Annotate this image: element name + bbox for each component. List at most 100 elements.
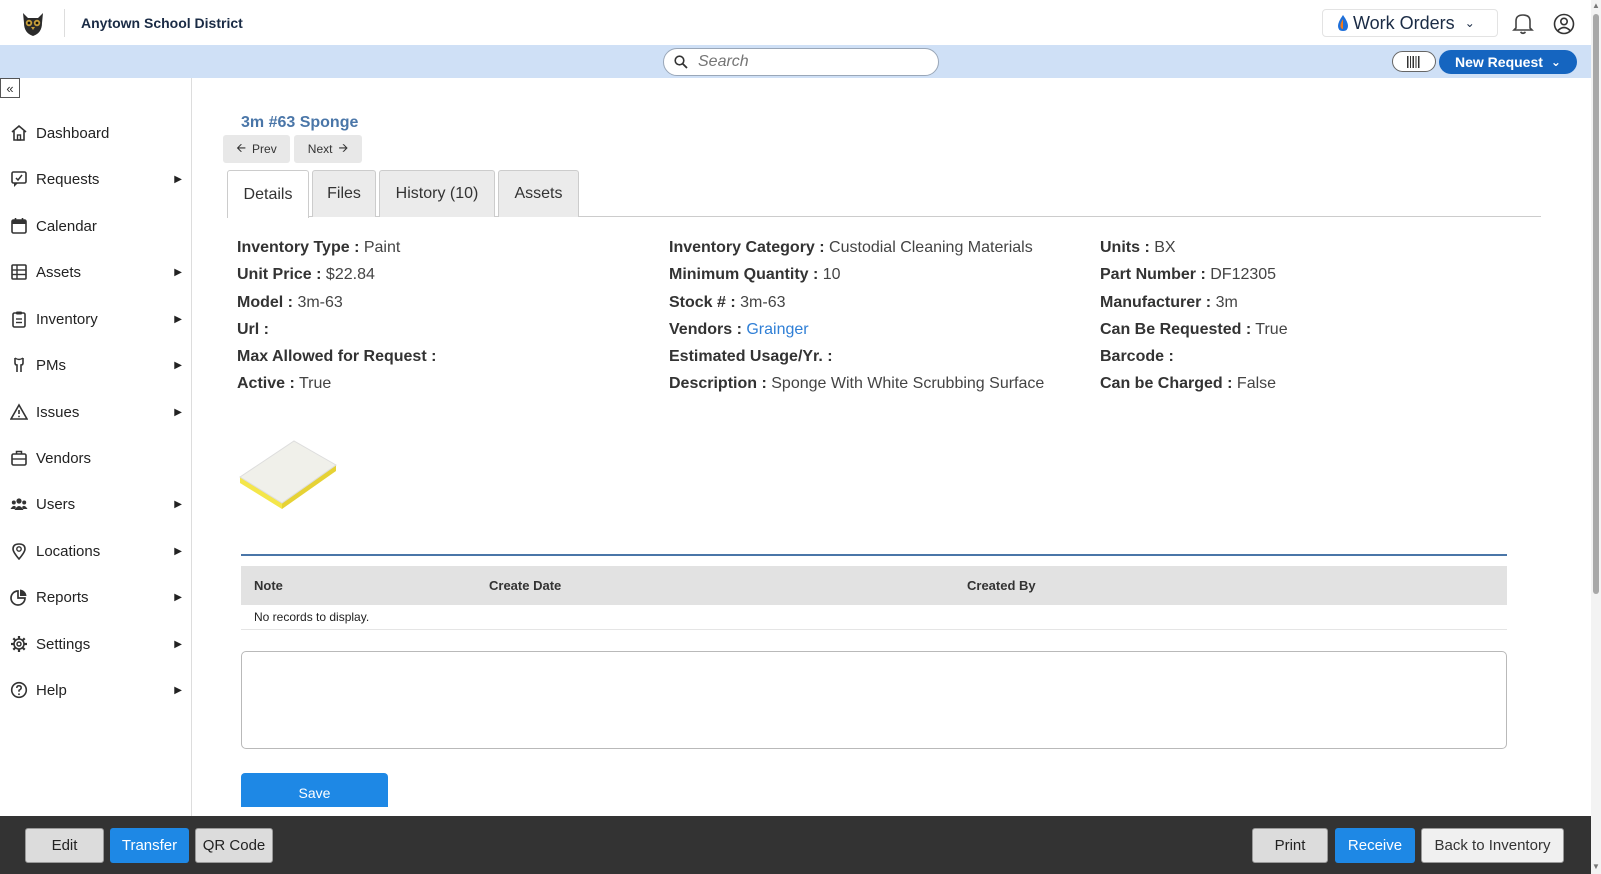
warning-icon [10, 403, 28, 421]
header-divider [64, 8, 65, 37]
caret-right-icon: ▶ [174, 266, 182, 278]
field-label: Inventory Type : [237, 239, 360, 256]
sidebar-item-calendar[interactable]: Calendar [10, 211, 188, 241]
table-row: No records to display. [241, 605, 1507, 630]
field-value: 3m-63 [297, 294, 343, 311]
field-label: Minimum Quantity : [669, 266, 819, 283]
sidebar-item-requests[interactable]: Requests ▶ [10, 164, 188, 194]
briefcase-icon [10, 449, 28, 467]
sidebar-item-vendors[interactable]: Vendors [10, 443, 188, 473]
caret-right-icon: ▶ [174, 406, 182, 418]
field-inventory-type: Inventory Type : Paint [237, 239, 400, 257]
sidebar-item-users[interactable]: Users ▶ [10, 489, 188, 519]
assets-icon [10, 263, 28, 281]
field-label: Max Allowed for Request : [237, 348, 437, 365]
sidebar-item-dashboard[interactable]: Dashboard [10, 118, 188, 148]
map-pin-icon [10, 542, 28, 560]
field-estimated-usage-yr: Estimated Usage/Yr. : [669, 348, 833, 366]
arrow-right-icon: 🡪 [338, 140, 349, 155]
sidebar-item-locations[interactable]: Locations ▶ [10, 536, 188, 566]
home-icon [10, 124, 28, 142]
search-input[interactable] [698, 53, 918, 71]
bell-icon[interactable] [1512, 11, 1534, 35]
print-button[interactable]: Print [1252, 828, 1328, 863]
note-input[interactable] [241, 651, 1507, 749]
empty-message: No records to display. [254, 610, 370, 624]
collapse-sidebar-icon[interactable]: « [0, 78, 20, 98]
field-label: Barcode : [1100, 348, 1174, 365]
tab-history[interactable]: History (10) [379, 170, 495, 217]
main-content: 3m #63 Sponge 🡨 Prev Next 🡪 Details File… [192, 78, 1591, 816]
tab-details[interactable]: Details [227, 170, 309, 218]
scroll-up-icon[interactable]: ▲ [1592, 1, 1600, 10]
tab-files[interactable]: Files [312, 170, 376, 217]
barcode-icon [1407, 55, 1420, 68]
tab-assets[interactable]: Assets [498, 170, 579, 217]
field-vendors: Vendors : Grainger [669, 321, 809, 339]
back-to-inventory-button[interactable]: Back to Inventory [1421, 828, 1564, 863]
sidebar-item-inventory[interactable]: Inventory ▶ [10, 304, 188, 334]
field-label: Unit Price : [237, 266, 322, 283]
next-label: Next [307, 142, 333, 156]
next-button[interactable]: Next 🡪 [294, 135, 362, 163]
sidebar-item-settings[interactable]: Settings ▶ [10, 629, 188, 659]
field-label: Can Be Requested : [1100, 321, 1252, 338]
new-request-label: New Request [1455, 54, 1543, 70]
footer-toolbar: Edit Transfer QR Code Print Receive Back… [0, 816, 1591, 874]
sidebar-item-label: Help [36, 681, 67, 699]
prev-label: Prev [252, 142, 277, 156]
scroll-down-icon[interactable]: ▼ [1592, 862, 1600, 871]
field-label: Active : [237, 375, 295, 392]
barcode-scan-button[interactable] [1392, 51, 1436, 72]
transfer-button[interactable]: Transfer [110, 828, 189, 863]
field-can-be-requested: Can Be Requested : True [1100, 321, 1288, 339]
caret-right-icon: ▶ [174, 638, 182, 650]
prev-button[interactable]: 🡨 Prev [223, 135, 290, 163]
caret-right-icon: ▶ [174, 545, 182, 557]
field-label: Url : [237, 321, 269, 338]
field-label: Can be Charged : [1100, 375, 1233, 392]
field-max-allowed-for-request: Max Allowed for Request : [237, 348, 436, 366]
district-name: Anytown School District [81, 14, 243, 31]
qr-code-button[interactable]: QR Code [195, 828, 273, 863]
sidebar-item-label: Calendar [36, 217, 97, 235]
save-button[interactable]: Save [241, 773, 388, 807]
field-label: Vendors : [669, 321, 742, 338]
vertical-scrollbar[interactable]: ▲ ▼ [1591, 0, 1601, 874]
receive-button[interactable]: Receive [1335, 828, 1415, 863]
sidebar-item-pms[interactable]: PMs ▶ [10, 350, 188, 380]
caret-right-icon: ▶ [174, 498, 182, 510]
sidebar-item-help[interactable]: Help ▶ [10, 675, 188, 705]
field-value: True [1255, 321, 1288, 338]
sidebar-item-assets[interactable]: Assets ▶ [10, 257, 188, 287]
edit-button[interactable]: Edit [25, 828, 104, 863]
user-circle-icon[interactable] [1553, 13, 1575, 35]
tab-bar: Details Files History (10) Assets [227, 170, 1541, 218]
new-request-button[interactable]: New Request ⌄ [1439, 50, 1577, 74]
sidebar-item-label: Vendors [36, 449, 92, 467]
field-value: 10 [822, 266, 841, 283]
column-note[interactable]: Note [254, 578, 283, 593]
field-label: Description : [669, 375, 767, 392]
sidebar-item-issues[interactable]: Issues ▶ [10, 397, 188, 427]
chevron-down-icon: ⌄ [1464, 16, 1475, 30]
sidebar-item-reports[interactable]: Reports ▶ [10, 582, 188, 612]
field-value: Sponge With White Scrubbing Surface [771, 375, 1045, 392]
field-label: Stock # : [669, 294, 736, 311]
app-switcher[interactable]: Work Orders ⌄ [1322, 9, 1498, 37]
help-icon [10, 681, 28, 699]
sidebar-item-label: Users [36, 495, 76, 513]
field-unit-price: Unit Price : $22.84 [237, 266, 375, 284]
column-created-by[interactable]: Created By [967, 578, 1036, 593]
owl-mascot-icon[interactable] [18, 8, 48, 38]
column-create-date[interactable]: Create Date [489, 578, 561, 593]
calendar-icon [10, 217, 28, 235]
field-url: Url : [237, 321, 269, 339]
field-part-number: Part Number : DF12305 [1100, 266, 1276, 284]
clipboard-icon [10, 310, 28, 328]
sidebar: « Dashboard Requests ▶ Calendar Assets ▶ Inven… [0, 78, 192, 816]
vendor-link[interactable]: Grainger [746, 321, 808, 338]
sidebar-item-label: PMs [36, 356, 66, 374]
scrollbar-thumb[interactable] [1593, 14, 1599, 594]
search-field[interactable] [663, 48, 939, 76]
